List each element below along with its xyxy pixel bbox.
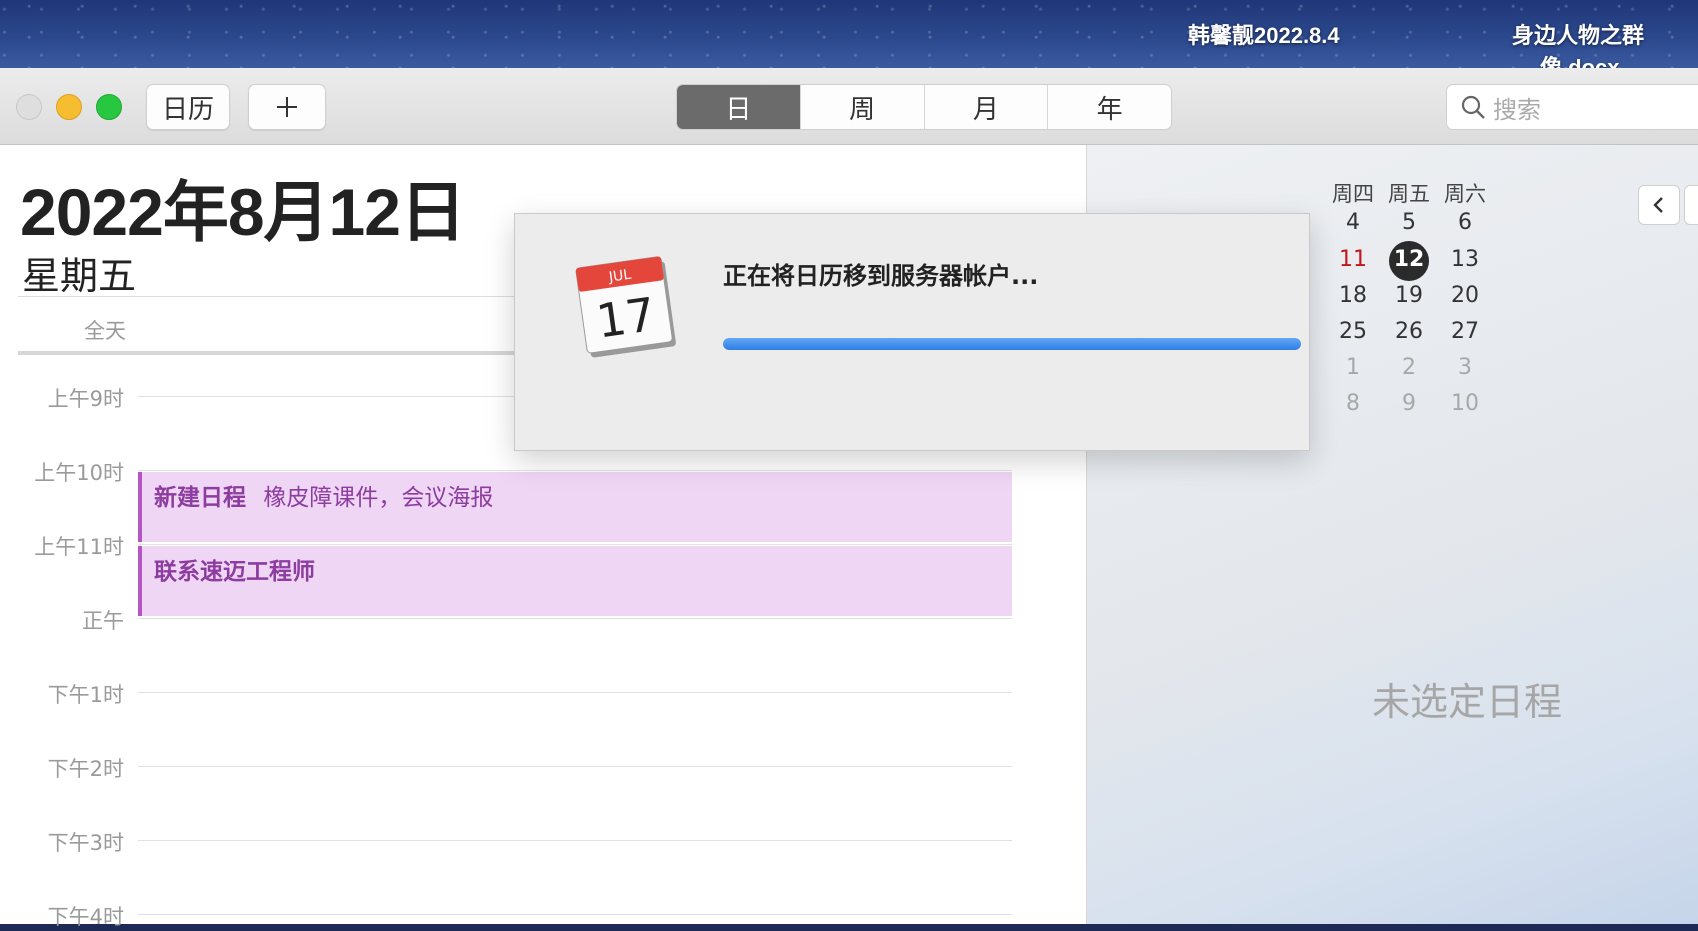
calendar-icon-month: JUL xyxy=(607,267,632,286)
mini-calendar-day[interactable]: 19 xyxy=(1383,283,1435,308)
view-switcher: 日 周 月 年 xyxy=(676,84,1172,130)
hour-line xyxy=(138,618,1012,619)
calendar-app-icon: JUL 17 xyxy=(575,256,676,358)
mini-calendar-day[interactable]: 8 xyxy=(1327,391,1379,416)
minimize-button[interactable] xyxy=(56,94,82,120)
hour-label: 下午4时 xyxy=(47,905,124,929)
hour-label: 上午11时 xyxy=(34,535,124,559)
weekday-header: 周五 xyxy=(1388,182,1430,206)
weekday-header: 周四 xyxy=(1332,182,1374,206)
tab-day[interactable]: 日 xyxy=(677,85,800,129)
event-block[interactable]: 联系速迈工程师 xyxy=(138,546,1012,616)
progress-fill xyxy=(723,338,1301,350)
mini-calendar-day[interactable]: 4 xyxy=(1327,210,1379,235)
mini-calendar-day[interactable]: 26 xyxy=(1383,319,1435,344)
move-calendar-dialog: JUL 17 正在将日历移到服务器帐户... xyxy=(514,213,1310,451)
event-notes: 橡皮障课件，会议海报 xyxy=(263,485,494,511)
hour-label: 下午2时 xyxy=(47,757,124,781)
mini-calendar-day[interactable]: 25 xyxy=(1327,319,1379,344)
mini-calendar-day[interactable]: 18 xyxy=(1327,283,1379,308)
mini-calendar-day[interactable]: 12 xyxy=(1383,247,1435,272)
hour-label: 下午3时 xyxy=(47,831,124,855)
hour-label: 上午9时 xyxy=(47,387,124,411)
search-placeholder: 搜索 xyxy=(1493,95,1541,124)
no-event-placeholder: 未选定日程 xyxy=(1372,680,1563,724)
search-field[interactable]: 搜索 xyxy=(1446,84,1698,130)
hour-label: 正午 xyxy=(82,609,124,633)
tab-year[interactable]: 年 xyxy=(1047,85,1171,129)
desktop-file-label[interactable]: 身边人物之群 xyxy=(1512,18,1644,50)
hour-line xyxy=(138,470,1012,471)
zoom-button[interactable] xyxy=(96,94,122,120)
calendar-window: 日历 日 周 月 年 搜索 2022年8月12日 星期五 全天 上午9时 上午1… xyxy=(0,68,1698,929)
mini-calendar-day[interactable]: 10 xyxy=(1439,391,1491,416)
mini-calendar-day[interactable]: 11 xyxy=(1327,247,1379,272)
tab-month[interactable]: 月 xyxy=(923,85,1048,129)
weekday-header: 周六 xyxy=(1444,182,1486,206)
progress-bar xyxy=(723,338,1301,350)
hour-line xyxy=(138,840,1012,841)
mini-calendar-day[interactable]: 13 xyxy=(1439,247,1491,272)
mini-calendar-day[interactable]: 2 xyxy=(1383,355,1435,380)
hour-line xyxy=(138,692,1012,693)
date-title: 2022年8月12日 xyxy=(20,175,466,249)
hour-label: 上午10时 xyxy=(34,461,124,485)
calendars-button[interactable]: 日历 xyxy=(146,84,230,130)
event-title: 联系速迈工程师 xyxy=(154,559,315,585)
weekday-label: 星期五 xyxy=(22,254,137,298)
desktop-background: 韩馨靓2022.8.4 身边人物之群 像.docx xyxy=(0,0,1698,80)
plus-icon xyxy=(277,97,297,117)
next-month-button[interactable] xyxy=(1684,185,1698,225)
calendar-icon-day: 17 xyxy=(593,287,658,349)
tab-week[interactable]: 周 xyxy=(799,85,924,129)
mini-calendar-day[interactable]: 9 xyxy=(1383,391,1435,416)
dialog-message: 正在将日历移到服务器帐户... xyxy=(723,262,1039,290)
hour-line xyxy=(138,914,1012,915)
all-day-label: 全天 xyxy=(84,319,126,343)
mini-calendar-day[interactable]: 20 xyxy=(1439,283,1491,308)
search-icon xyxy=(1461,95,1485,119)
mini-calendar-day[interactable]: 27 xyxy=(1439,319,1491,344)
hour-label: 下午1时 xyxy=(47,683,124,707)
hour-line xyxy=(138,766,1012,767)
hour-line xyxy=(138,544,1012,545)
toolbar: 日历 日 周 月 年 搜索 xyxy=(0,68,1698,145)
chevron-left-icon xyxy=(1653,197,1663,213)
close-button[interactable] xyxy=(16,94,42,120)
mini-calendar-day[interactable]: 5 xyxy=(1383,210,1435,235)
event-block[interactable]: 新建日程 橡皮障课件，会议海报 xyxy=(138,472,1012,542)
mini-calendar-day[interactable]: 6 xyxy=(1439,210,1491,235)
prev-month-button[interactable] xyxy=(1638,185,1680,225)
mini-calendar-day[interactable]: 3 xyxy=(1439,355,1491,380)
mini-calendar-day[interactable]: 1 xyxy=(1327,355,1379,380)
event-title: 新建日程 xyxy=(154,485,246,511)
add-event-button[interactable] xyxy=(248,84,326,130)
desktop-file-label[interactable]: 韩馨靓2022.8.4 xyxy=(1188,18,1340,50)
